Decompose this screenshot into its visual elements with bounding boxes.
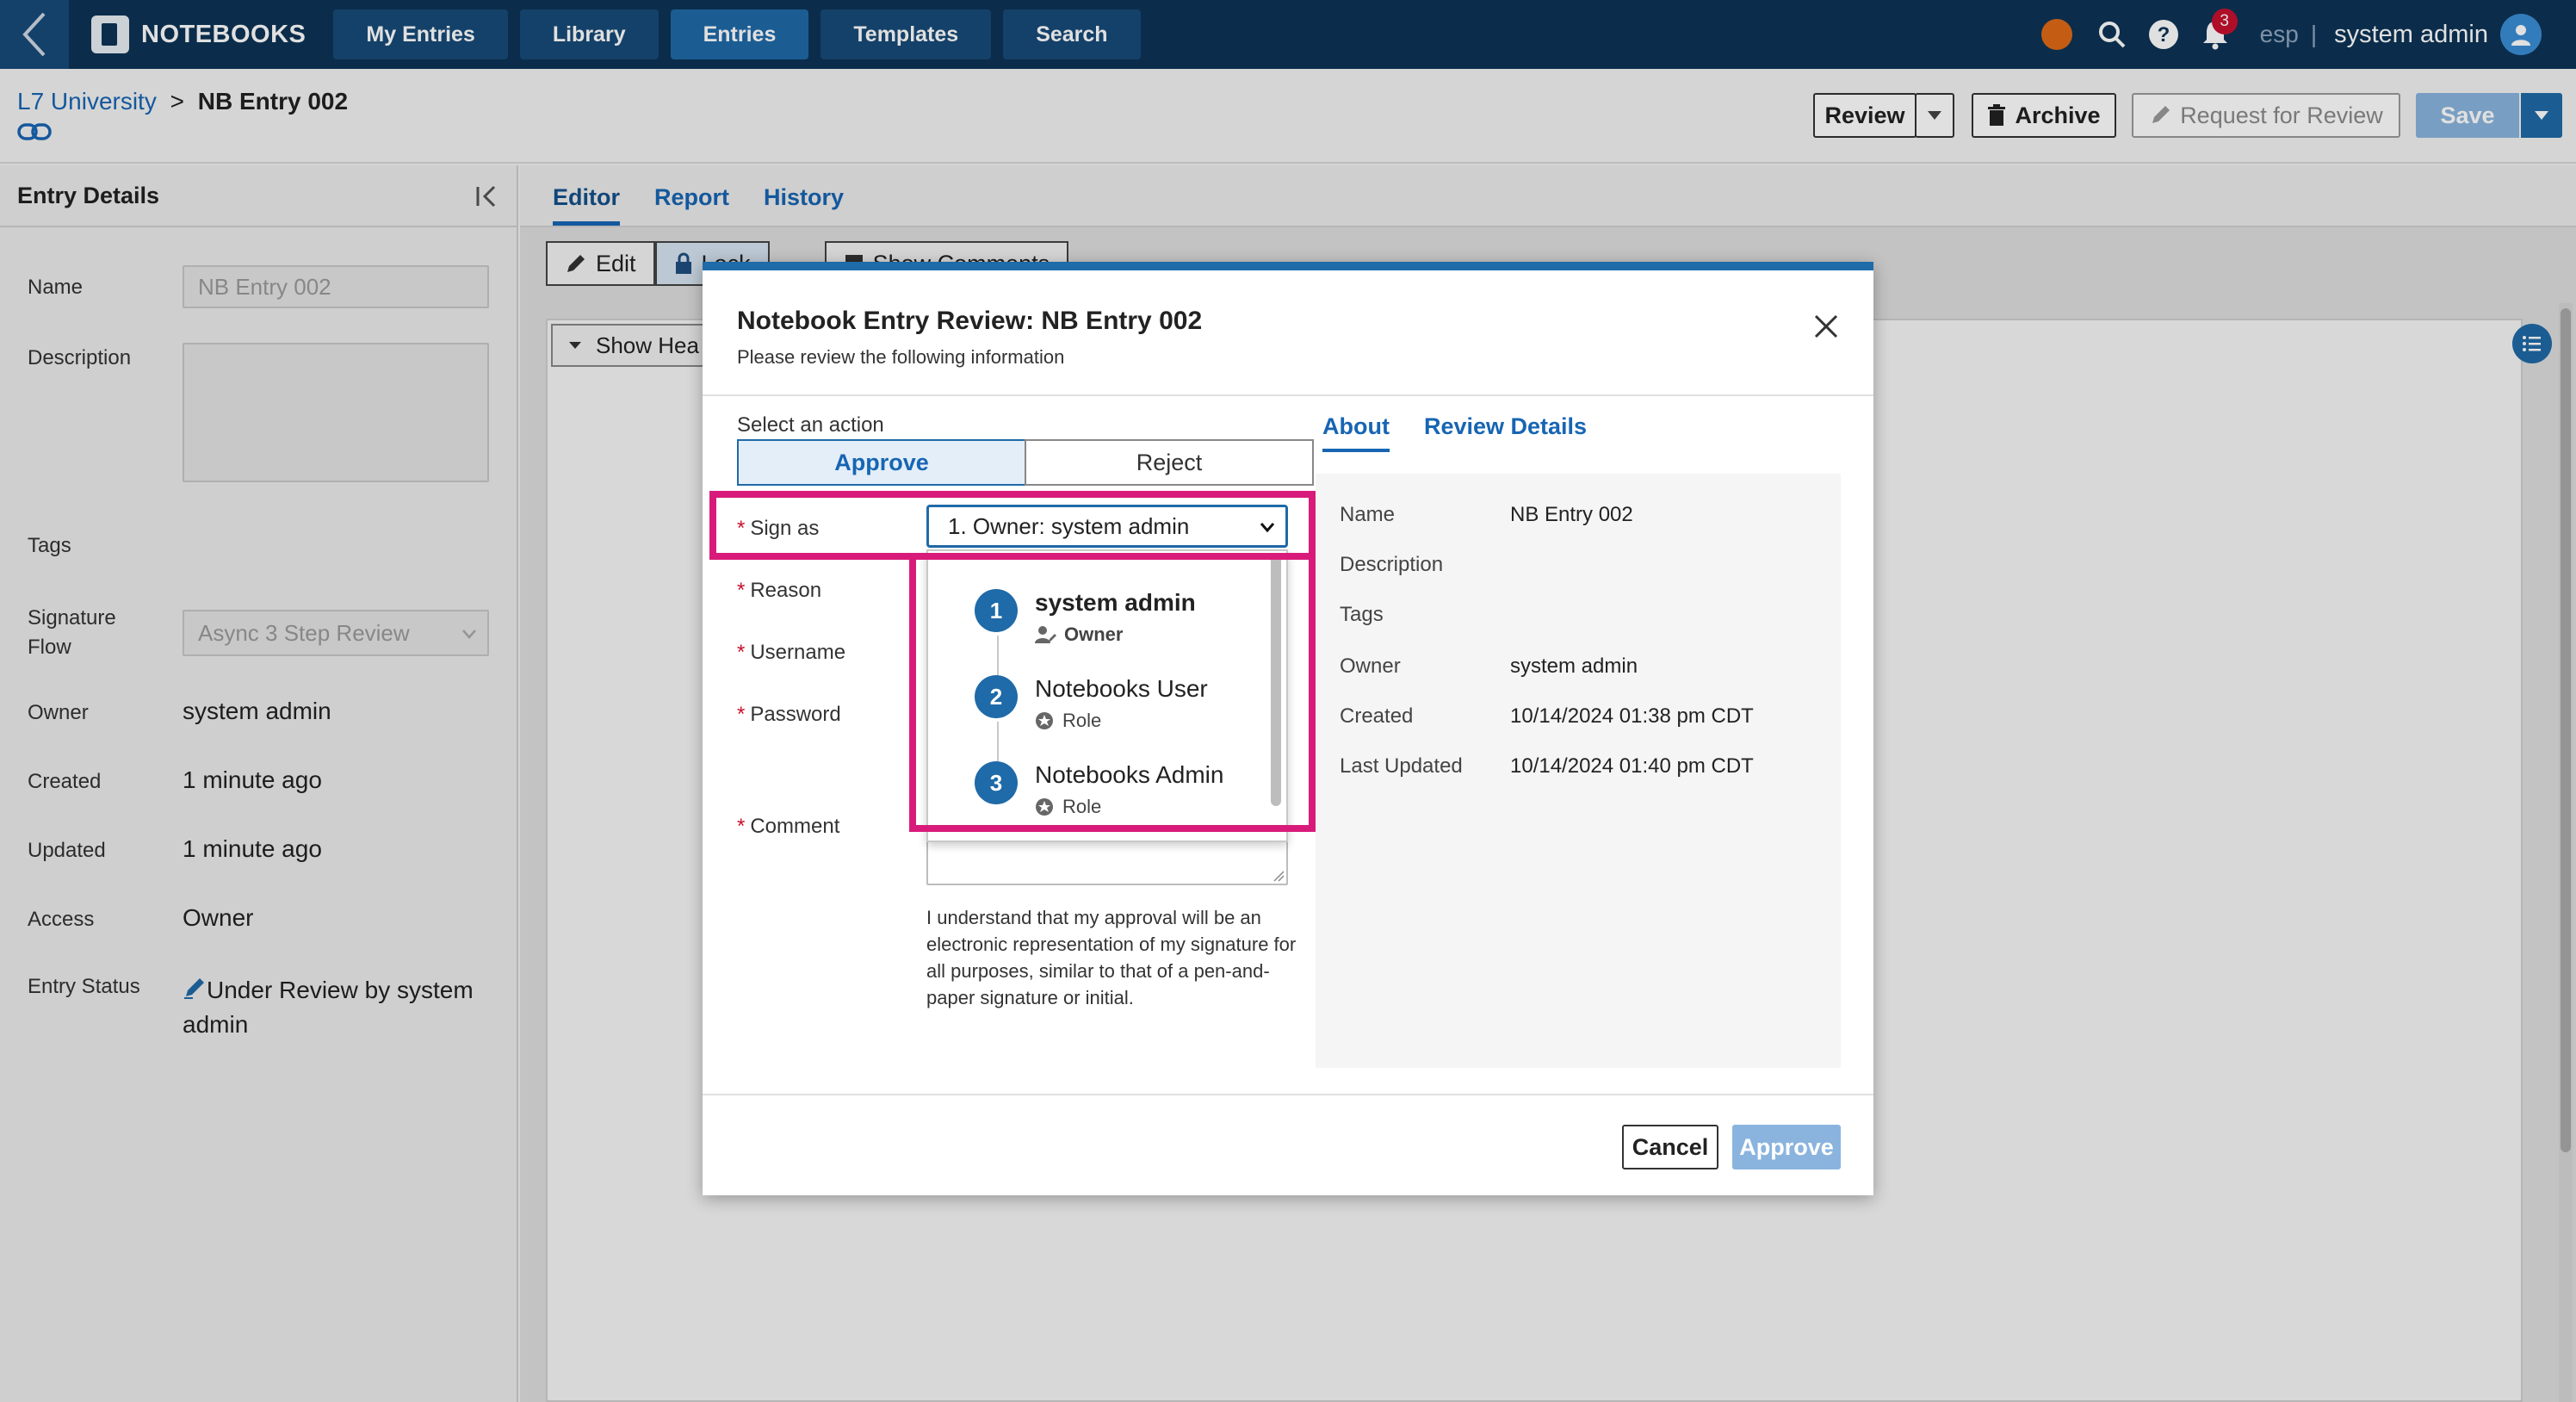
select-action-label: Select an action [737,413,884,437]
review-info-tabs: About Review Details [1322,413,1621,452]
about-updated-value: 10/14/2024 01:40 pm CDT [1510,754,1754,778]
reject-toggle[interactable]: Reject [1025,439,1314,486]
about-owner-value: system admin [1510,654,1638,678]
about-created-label: Created [1340,704,1414,728]
username-label: * Username [737,641,846,664]
about-name-value: NB Entry 002 [1510,503,1633,526]
approve-toggle[interactable]: Approve [737,439,1026,486]
about-created-value: 10/14/2024 01:38 pm CDT [1510,704,1754,728]
close-icon[interactable] [1813,313,1839,344]
approve-button[interactable]: Approve [1732,1125,1841,1169]
annotation-highlight [909,553,1316,832]
resize-handle-icon [1273,871,1285,882]
approval-disclaimer: I understand that my approval will be an… [926,907,1297,1008]
modal-header: Notebook Entry Review: NB Entry 002 Plea… [703,270,1873,396]
annotation-highlight [709,491,1316,560]
modal-footer: Cancel Approve [703,1094,1873,1195]
tab-about[interactable]: About [1322,413,1390,452]
tab-review-details[interactable]: Review Details [1424,413,1587,452]
password-label: * Password [737,703,841,726]
comment-label: * Comment [737,815,840,838]
about-panel: Name NB Entry 002 Description Tags Owner… [1316,474,1841,1068]
comment-textarea[interactable] [926,839,1288,885]
review-modal: Notebook Entry Review: NB Entry 002 Plea… [703,262,1873,1195]
about-name-label: Name [1340,503,1396,526]
modal-title: Notebook Entry Review: NB Entry 002 [737,307,1203,335]
about-updated-label: Last Updated [1340,754,1463,778]
about-tags-label: Tags [1340,603,1384,626]
about-description-label: Description [1340,553,1444,576]
cancel-button[interactable]: Cancel [1622,1125,1718,1169]
reason-label: * Reason [737,579,822,602]
modal-subtitle: Please review the following information [737,346,1065,368]
about-owner-label: Owner [1340,654,1401,678]
